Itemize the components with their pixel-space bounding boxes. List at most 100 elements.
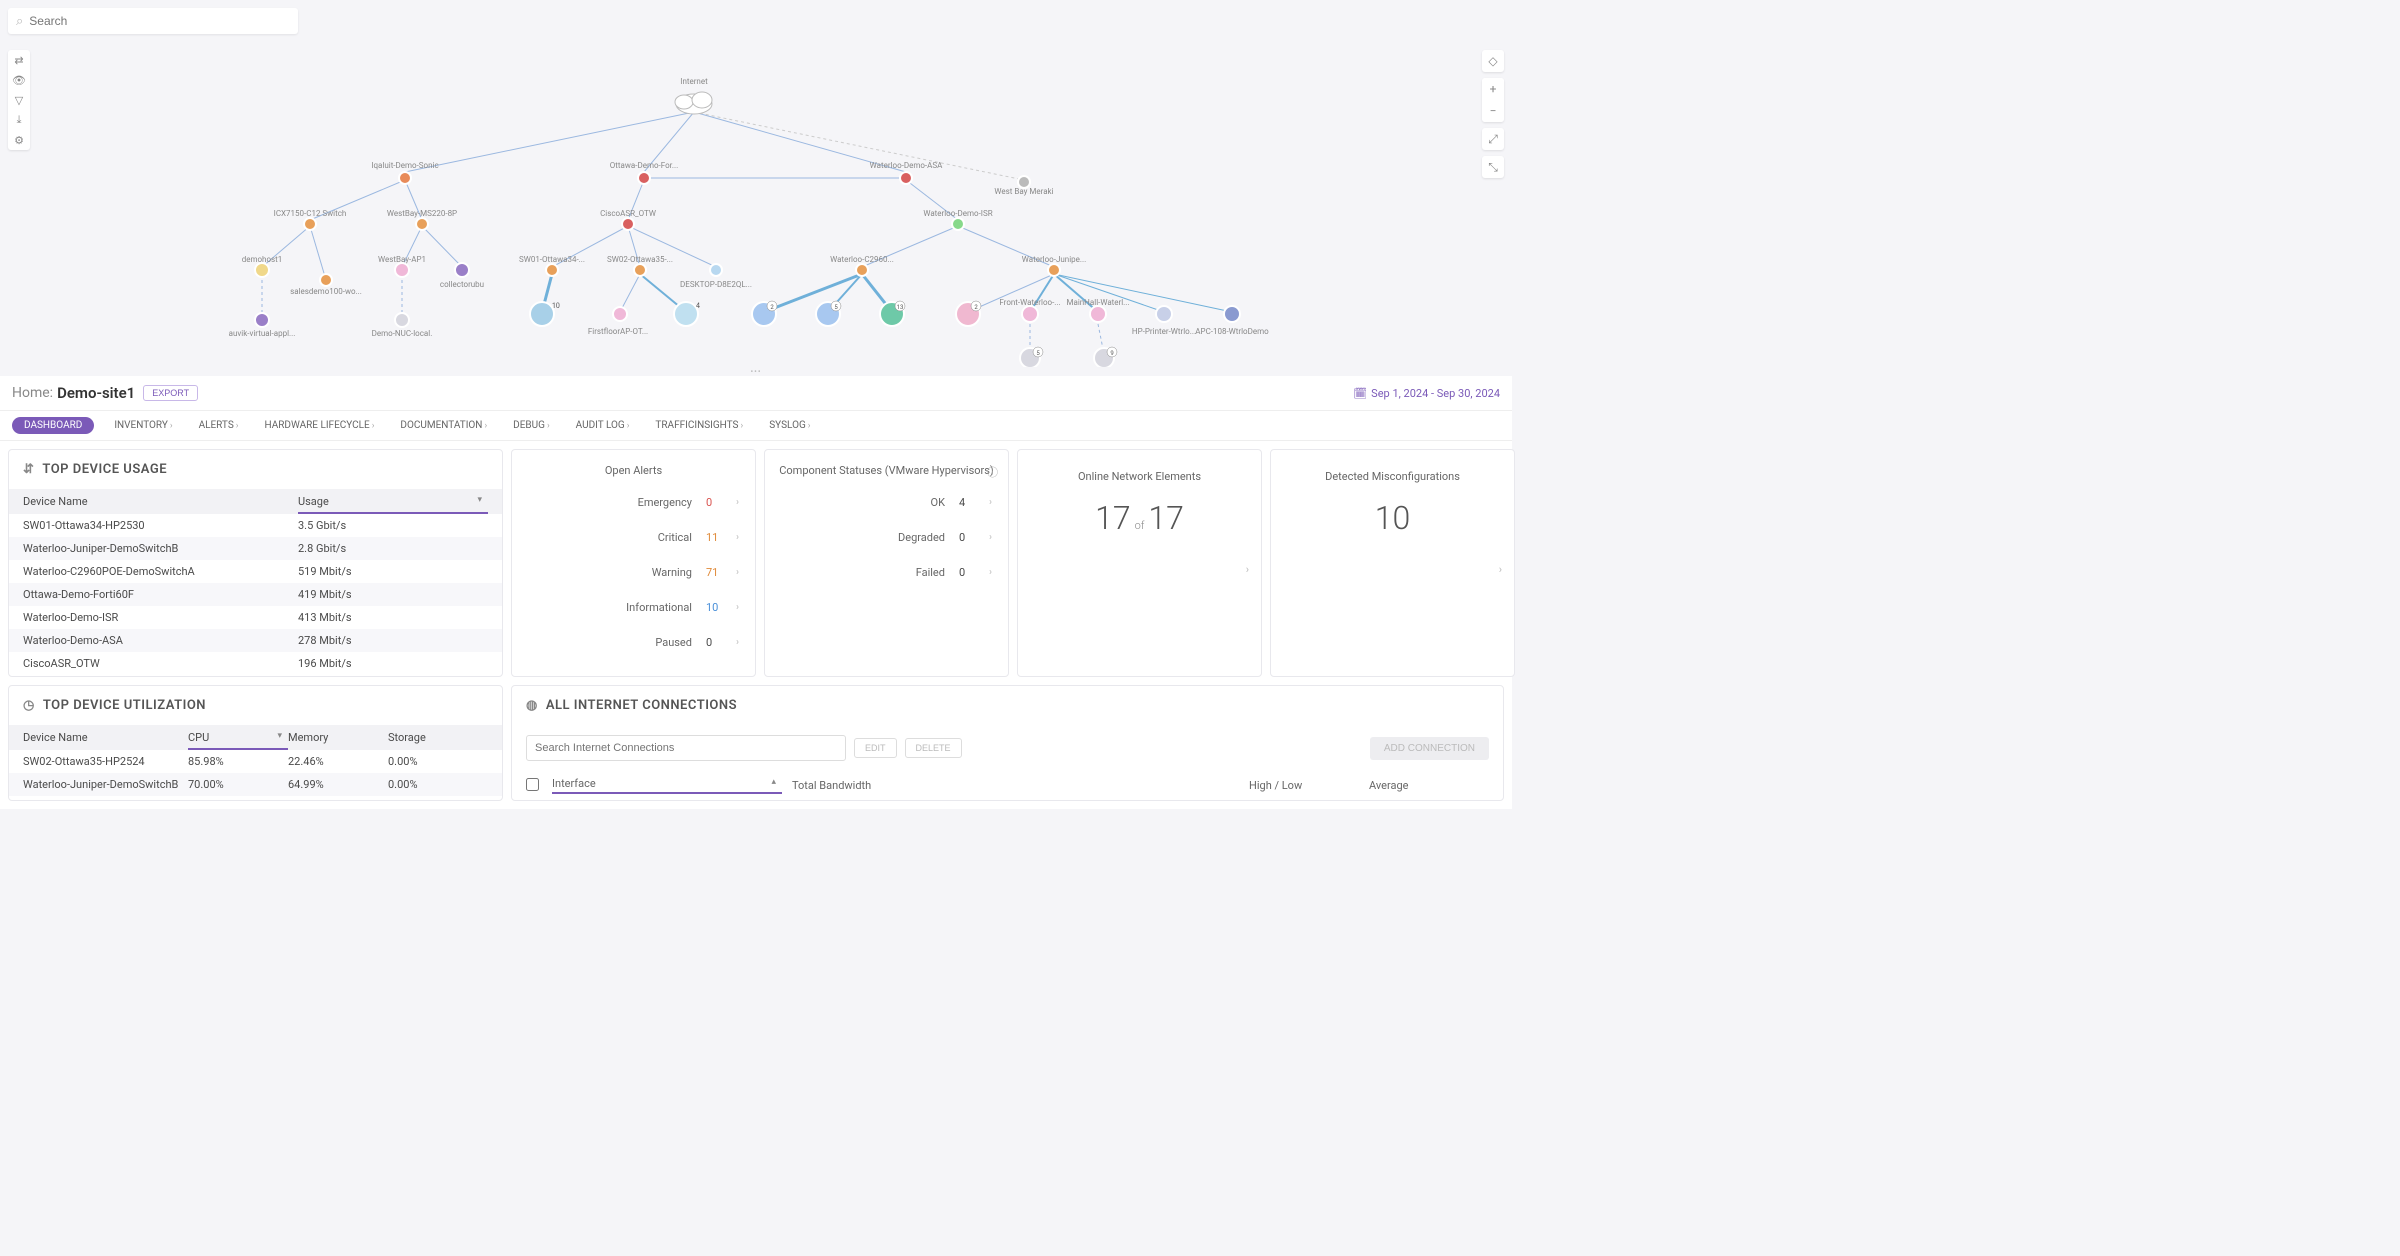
node-front[interactable] <box>1022 306 1038 322</box>
filter-icon[interactable]: ▽ <box>8 90 30 110</box>
select-all-checkbox[interactable] <box>526 778 539 791</box>
date-range-picker[interactable]: 🗓 Sep 1, 2024 - Sep 30, 2024 <box>1353 387 1500 400</box>
node-ms220[interactable] <box>416 218 428 230</box>
col-average[interactable]: Average <box>1369 779 1489 792</box>
node-salesdemo[interactable] <box>320 274 332 286</box>
node-waterloo-asa[interactable] <box>900 172 912 184</box>
alert-row-warning[interactable]: Warning71› <box>528 555 739 590</box>
status-row-degraded[interactable]: Degraded0› <box>781 520 992 555</box>
sort-desc-icon: ▾ <box>277 731 282 741</box>
col-device-name[interactable]: Device Name <box>23 495 298 508</box>
download-icon[interactable]: ⤓ <box>8 110 30 130</box>
node-junipe[interactable] <box>1048 264 1060 276</box>
node-ciscoasr[interactable] <box>622 218 634 230</box>
tab-audit-log[interactable]: AUDIT LOG› <box>570 417 636 434</box>
col-bandwidth[interactable]: Total Bandwidth <box>782 779 1249 792</box>
delete-button[interactable]: DELETE <box>905 738 962 758</box>
table-row[interactable]: SW02-Ottawa35-HP252485.98%22.46%0.00% <box>9 750 502 773</box>
node-sw01[interactable] <box>546 264 558 276</box>
gear-icon[interactable]: ⚙ <box>8 130 30 150</box>
alert-row-paused[interactable]: Paused0› <box>528 625 739 660</box>
tab-hardware-lifecycle[interactable]: HARDWARE LIFECYCLE› <box>258 417 380 434</box>
node-apc[interactable] <box>1224 306 1240 322</box>
status-row-failed[interactable]: Failed0› <box>781 555 992 590</box>
edit-button[interactable]: EDIT <box>854 738 897 758</box>
node-icx[interactable] <box>304 218 316 230</box>
topology-right-toolbar: ◇ + − ⤢ ⤡ <box>1482 50 1504 178</box>
col-memory[interactable]: Memory <box>288 731 388 744</box>
chevron-right-icon: › <box>736 567 739 578</box>
zoom-out-icon[interactable]: − <box>1482 100 1504 122</box>
alert-row-emergency[interactable]: Emergency0› <box>528 485 739 520</box>
table-row[interactable]: SW01-Ottawa34-HP25303.5 Gbit/s <box>9 514 502 537</box>
node-sw01-cluster[interactable] <box>530 302 554 326</box>
col-interface[interactable]: Interface▴ <box>552 777 782 794</box>
table-row[interactable]: CiscoASR_OTW196 Mbit/s <box>9 652 502 675</box>
card-title: Open Alerts <box>512 450 755 485</box>
table-row[interactable]: Waterloo-Demo-ASA278 Mbit/s <box>9 629 502 652</box>
zoom-in-icon[interactable]: + <box>1482 78 1504 100</box>
add-connection-button[interactable]: ADD CONNECTION <box>1370 737 1489 760</box>
node-collector[interactable] <box>455 263 469 277</box>
tab-inventory[interactable]: INVENTORY› <box>108 417 178 434</box>
search-input-container[interactable]: ⌕ <box>8 8 298 34</box>
node-sw02[interactable] <box>634 264 646 276</box>
tab-trafficinsights[interactable]: TRAFFICINSIGHTS› <box>649 417 749 434</box>
chevron-right-icon: › <box>989 567 992 578</box>
node-isr[interactable] <box>952 218 964 230</box>
chevron-right-icon: › <box>736 497 739 508</box>
card-misconfigurations[interactable]: Detected Misconfigurations 10 › <box>1270 449 1515 677</box>
arrange-icon[interactable]: ⇄ <box>8 50 30 70</box>
tab-debug[interactable]: DEBUG› <box>507 417 555 434</box>
resize-handle[interactable]: ••• <box>0 367 1512 376</box>
col-usage[interactable]: Usage ▾ <box>298 495 488 514</box>
alert-row-critical[interactable]: Critical11› <box>528 520 739 555</box>
status-row-ok[interactable]: OK4› <box>781 485 992 520</box>
alert-row-informational[interactable]: Informational10› <box>528 590 739 625</box>
col-cpu[interactable]: CPU▾ <box>188 731 288 750</box>
expand-icon[interactable]: ⤢ <box>1482 128 1504 150</box>
table-row[interactable]: Waterloo-C2960POE-DemoSwitchA519 Mbit/s <box>9 560 502 583</box>
connections-search-input[interactable] <box>526 735 846 761</box>
node-c2960[interactable] <box>856 264 868 276</box>
table-row[interactable]: Waterloo-Juniper-DemoSwitchB2.8 Gbit/s <box>9 537 502 560</box>
tab-dashboard[interactable]: DASHBOARD <box>12 417 94 434</box>
node-iqaluit[interactable] <box>399 172 411 184</box>
node-demonuc[interactable] <box>395 313 409 327</box>
tab-documentation[interactable]: DOCUMENTATION› <box>394 417 493 434</box>
svg-text:HP-Printer-Wtrlo...: HP-Printer-Wtrlo... <box>1132 327 1196 336</box>
table-row[interactable]: Ottawa-Demo-Forti60F419 Mbit/s <box>9 583 502 606</box>
tab-syslog[interactable]: SYSLOG› <box>763 417 816 434</box>
svg-text:APC-108-WtrloDemo: APC-108-WtrloDemo <box>1195 327 1269 336</box>
col-high-low[interactable]: High / Low <box>1249 779 1369 792</box>
chevron-right-icon: › <box>1246 563 1249 576</box>
col-storage[interactable]: Storage <box>388 731 488 744</box>
node-mainhall[interactable] <box>1090 306 1106 322</box>
info-icon[interactable]: ⓘ <box>987 464 998 480</box>
collapse-icon[interactable]: ⤡ <box>1482 156 1504 178</box>
node-desktop[interactable] <box>710 264 722 276</box>
card-title: ALL INTERNET CONNECTIONS <box>546 698 737 713</box>
node-hpprinter[interactable] <box>1156 306 1172 322</box>
table-row[interactable]: Waterloo-Demo-ISR413 Mbit/s <box>9 606 502 629</box>
col-device-name[interactable]: Device Name <box>23 731 188 744</box>
node-firstfloor[interactable] <box>613 307 627 321</box>
tabs: DASHBOARD INVENTORY› ALERTS› HARDWARE LIFEC… <box>0 411 1512 441</box>
topology-map[interactable]: ⇄ 👁 ▽ ⤓ ⚙ ◇ + − ⤢ ⤡ <box>0 42 1512 367</box>
search-input[interactable] <box>29 14 290 28</box>
node-demohost[interactable] <box>255 263 269 277</box>
svg-text:salesdemo100-wo...: salesdemo100-wo... <box>290 287 362 296</box>
node-sw02-cluster[interactable] <box>674 302 698 326</box>
node-ottawa[interactable] <box>638 172 650 184</box>
export-button[interactable]: EXPORT <box>143 385 198 401</box>
card-title: TOP DEVICE UTILIZATION <box>43 698 206 713</box>
tab-alerts[interactable]: ALERTS› <box>193 417 245 434</box>
node-westbayap[interactable] <box>395 263 409 277</box>
table-row[interactable]: Waterloo-Juniper-DemoSwitchB70.00%64.99%… <box>9 773 502 796</box>
svg-text:WestBay-MS220-8P: WestBay-MS220-8P <box>387 209 457 218</box>
node-auvik[interactable] <box>255 313 269 327</box>
center-icon[interactable]: ◇ <box>1482 50 1504 72</box>
card-online-elements[interactable]: Online Network Elements 17of17 › <box>1017 449 1262 677</box>
cloud-icon[interactable] <box>675 92 712 114</box>
eye-icon[interactable]: 👁 <box>8 70 30 90</box>
